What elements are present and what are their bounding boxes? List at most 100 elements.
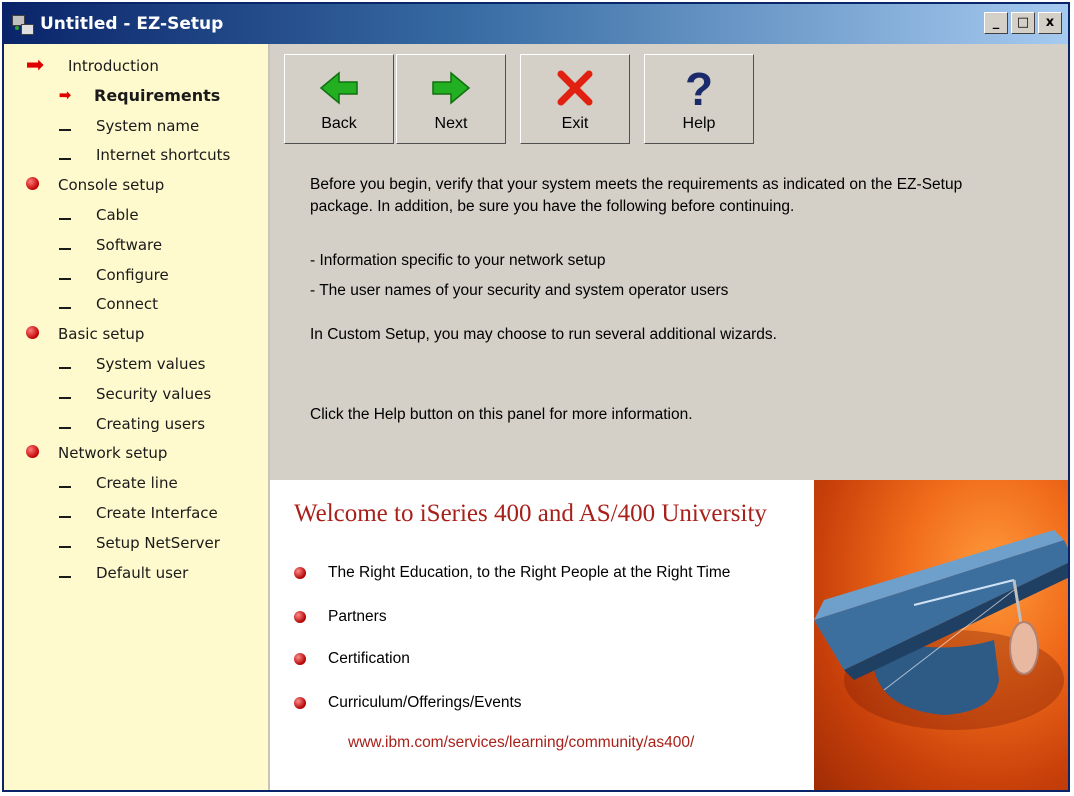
sidebar-item-security-values[interactable]: Security values <box>4 380 211 408</box>
task-navigation-sidebar: ➡ Introduction ➡ Requirements System name Int… <box>4 44 270 790</box>
sidebar-item-label: Create Interface <box>96 504 218 522</box>
sidebar-item-label: Security values <box>96 384 212 403</box>
sidebar-item-label: Default user <box>96 563 189 582</box>
svg-text:?: ? <box>685 65 713 111</box>
sidebar-item-label: System values <box>96 355 206 373</box>
step-dash-icon <box>56 564 74 582</box>
sidebar-item-internet-shortcuts[interactable]: Internet shortcuts <box>4 141 230 169</box>
sidebar-item-label: Setup NetServer <box>96 533 220 552</box>
ez-setup-window: Untitled - EZ-Setup _ □ x ➡ Introduction ➡… <box>2 2 1070 792</box>
sidebar-item-label: System name <box>96 116 200 135</box>
sidebar-item-label: Create line <box>96 474 178 493</box>
sidebar-item-system-name[interactable]: System name <box>4 112 199 140</box>
exit-button[interactable]: Exit <box>520 54 630 144</box>
sidebar-item-label: Configure <box>96 265 169 284</box>
red-bullet-icon <box>294 611 306 623</box>
sidebar-item-label: Requirements <box>94 86 221 106</box>
promo-title: Welcome to iSeries 400 and AS/400 Univer… <box>294 500 767 527</box>
sidebar-item-system-values[interactable]: System values <box>4 350 206 378</box>
back-button[interactable]: Back <box>284 54 394 144</box>
next-button-label: Next <box>434 115 468 132</box>
step-dash-icon <box>56 146 74 164</box>
requirement-item-users: - The user names of your security and sy… <box>310 282 729 299</box>
back-button-label: Back <box>321 115 357 132</box>
graduation-cap-photo <box>814 480 1068 790</box>
sidebar-item-setup-netserver[interactable]: Setup NetServer <box>4 529 220 557</box>
help-button[interactable]: ? Help <box>644 54 754 144</box>
step-dash-icon <box>56 415 74 433</box>
promo-item-label: Partners <box>328 608 387 625</box>
promo-item-curriculum: Curriculum/Offerings/Events <box>294 690 522 716</box>
next-arrow-icon <box>432 71 471 105</box>
sidebar-item-label: Software <box>96 235 163 254</box>
main-content: Back Next Exit ? Help Before you begin, … <box>270 44 1068 790</box>
sidebar-item-label: Creating users <box>96 414 206 433</box>
section-bullet-icon <box>22 325 42 343</box>
promo-item-label: The Right Education, to the Right People… <box>328 564 731 581</box>
maximize-button[interactable]: □ <box>1011 12 1035 34</box>
step-dash-icon <box>56 355 74 373</box>
sidebar-item-creating-users[interactable]: Creating users <box>4 410 205 438</box>
sidebar-item-label: Basic setup <box>58 325 145 344</box>
promo-item-certification: Certification <box>294 646 410 672</box>
section-bullet-icon <box>22 444 42 462</box>
sidebar-item-connect[interactable]: Connect <box>4 290 158 318</box>
title-bar[interactable]: Untitled - EZ-Setup _ □ x <box>4 4 1068 44</box>
step-dash-icon <box>56 266 74 284</box>
exit-x-icon <box>557 70 593 106</box>
promo-item-education: The Right Education, to the Right People… <box>294 560 730 586</box>
step-dash-icon <box>56 236 74 254</box>
help-button-label: Help <box>682 115 716 132</box>
intro-line-2: package. In addition, be sure you have t… <box>310 198 795 215</box>
sidebar-item-label: Network setup <box>58 444 168 463</box>
red-bullet-icon <box>294 653 306 665</box>
sidebar-item-label: Internet shortcuts <box>96 146 231 165</box>
sidebar-item-software[interactable]: Software <box>4 231 162 259</box>
exit-button-label: Exit <box>561 115 589 132</box>
step-dash-icon <box>56 385 74 403</box>
sidebar-item-create-line[interactable]: Create line <box>4 469 178 497</box>
help-note: Click the Help button on this panel for … <box>310 406 693 423</box>
graduation-cap-icon <box>814 530 1068 730</box>
step-dash-icon <box>56 295 74 313</box>
sidebar-item-label: Connect <box>96 295 159 314</box>
sidebar-item-default-user[interactable]: Default user <box>4 559 188 587</box>
back-arrow-icon <box>319 71 358 105</box>
step-dash-icon <box>56 534 74 552</box>
intro-line-1: Before you begin, verify that your syste… <box>310 176 963 193</box>
close-button[interactable]: x <box>1038 12 1062 34</box>
sidebar-item-label: Console setup <box>58 176 165 195</box>
sidebar-item-label: Cable <box>96 206 139 224</box>
minimize-button[interactable]: _ <box>984 12 1008 34</box>
sidebar-item-configure[interactable]: Configure <box>4 261 169 289</box>
wizard-toolbar: Back Next Exit ? Help <box>284 54 756 144</box>
sidebar-item-basic-setup[interactable]: Basic setup <box>4 320 144 348</box>
sidebar-item-create-interface[interactable]: Create Interface <box>4 499 218 527</box>
sidebar-item-requirements[interactable]: ➡ Requirements <box>4 82 221 110</box>
sidebar-item-introduction[interactable]: ➡ Introduction <box>4 52 159 80</box>
promo-item-label: Curriculum/Offerings/Events <box>328 694 522 711</box>
help-question-icon: ? <box>685 65 713 111</box>
sidebar-item-network-setup[interactable]: Network setup <box>4 439 167 467</box>
promo-item-label: Certification <box>328 650 410 667</box>
next-button[interactable]: Next <box>396 54 506 144</box>
step-dash-icon <box>56 474 74 492</box>
requirement-item-network: - Information specific to your network s… <box>310 252 606 269</box>
window-controls: _ □ x <box>984 12 1062 34</box>
intro-paragraph: Before you begin, verify that your syste… <box>310 174 1068 218</box>
current-section-arrow-icon: ➡ <box>25 53 45 78</box>
sidebar-item-label: Introduction <box>68 57 159 75</box>
promo-banner: Welcome to iSeries 400 and AS/400 Univer… <box>270 480 1068 790</box>
red-bullet-icon <box>294 697 306 709</box>
window-title: Untitled - EZ-Setup <box>40 14 224 34</box>
sidebar-item-cable[interactable]: Cable <box>4 201 139 229</box>
red-bullet-icon <box>294 567 306 579</box>
instruction-panel: Back Next Exit ? Help Before you begin, … <box>270 44 1068 478</box>
step-dash-icon <box>56 206 74 224</box>
section-bullet-icon <box>22 176 42 194</box>
sidebar-item-console-setup[interactable]: Console setup <box>4 171 164 199</box>
step-dash-icon <box>56 504 74 522</box>
promo-item-partners: Partners <box>294 604 387 630</box>
promo-url-link[interactable]: www.ibm.com/services/learning/community/… <box>348 734 694 752</box>
app-icon <box>12 13 34 35</box>
